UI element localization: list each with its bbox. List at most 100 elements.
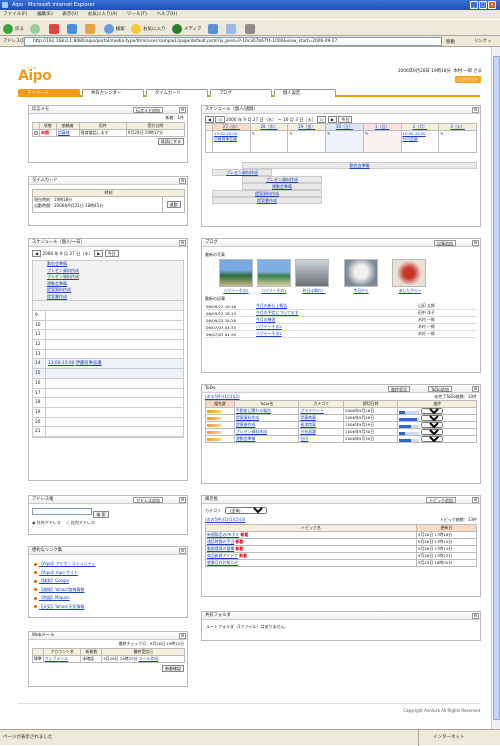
day-next-button[interactable]: ▷ bbox=[317, 116, 327, 123]
memo-row-from[interactable]: 伊藤様 bbox=[55, 129, 80, 137]
topic-name[interactable]: 就業日のお知らせ bbox=[207, 561, 238, 566]
link-item[interactable]: 【路線】Yahoo!路線情報 bbox=[39, 587, 84, 592]
week-cell-add[interactable]: ✎ bbox=[287, 130, 327, 153]
day-item[interactable]: 提案書作成 bbox=[47, 294, 183, 301]
tab-blog[interactable]: ブログ bbox=[210, 89, 272, 97]
week-day-3[interactable]: 3（火） bbox=[438, 123, 477, 131]
links-button[interactable]: リンク » bbox=[474, 36, 491, 47]
article-title[interactable]: ハワイ〜その1 bbox=[255, 330, 417, 338]
link-item[interactable]: 【Aipo】アイポ・コミュニティ bbox=[39, 561, 95, 566]
search-button[interactable]: 検索 bbox=[103, 23, 125, 34]
week-day-1[interactable]: 1（日） bbox=[362, 123, 402, 131]
week-bar[interactable]: プレゼン資料作成 bbox=[212, 169, 272, 176]
table-row[interactable]: 就業日のお知らせ 9月24日 18時05分 bbox=[205, 559, 477, 567]
article-title[interactable]: ハワイ〜その2 bbox=[255, 323, 417, 331]
todo-col-name[interactable]: ToDo名 bbox=[233, 400, 300, 408]
menu-file[interactable]: ファイル(F) bbox=[3, 12, 28, 17]
bbs-settings-icon[interactable]: ⚙ bbox=[472, 496, 479, 503]
timecard-settings-icon[interactable]: ⚙ bbox=[179, 177, 186, 184]
media-button[interactable]: メディア bbox=[171, 23, 202, 34]
topic-name[interactable]: 通話時間の手当 bbox=[207, 540, 234, 545]
clockout-button[interactable]: 退勤 bbox=[166, 201, 181, 208]
link-item[interactable]: 【Aipo】Aipo サイト bbox=[39, 570, 78, 575]
table-row[interactable]: 06/07/03 04:33 ハワイ〜その2 木村 一郎 bbox=[205, 323, 477, 331]
hour-row[interactable]: 15 bbox=[33, 369, 183, 379]
compose-mail-link[interactable]: メール作成 bbox=[139, 657, 158, 662]
tab-calendar[interactable]: 共有カレンダー bbox=[82, 89, 144, 97]
day-next-button[interactable]: ▶ bbox=[94, 250, 104, 257]
todo-name[interactable]: 提案資料作成 bbox=[233, 414, 300, 422]
print-button[interactable] bbox=[244, 23, 257, 34]
article-title[interactable]: 今月の練習 bbox=[255, 316, 417, 324]
blog-photo-caption[interactable]: 昨日は晴れ！ bbox=[295, 288, 333, 294]
week-day-29[interactable]: 29（金） bbox=[287, 123, 327, 131]
week-event-name[interactable]: 伊藤商事会議 bbox=[214, 136, 249, 141]
week-prev-button[interactable]: ◀ bbox=[205, 116, 215, 123]
week-day-30[interactable]: 30（土） bbox=[325, 123, 364, 131]
day-prev-button[interactable]: ◀ bbox=[32, 250, 42, 257]
close-button[interactable]: × bbox=[488, 1, 496, 9]
week-day-27[interactable]: 27（水） bbox=[212, 123, 251, 131]
day-event-time[interactable]: 13:00-15:00 bbox=[48, 361, 74, 366]
hour-row[interactable]: 18 bbox=[33, 398, 183, 408]
blog-settings-icon[interactable]: ⚙ bbox=[472, 239, 479, 246]
back-button[interactable]: 戻る bbox=[3, 23, 24, 34]
bbs-pager[interactable]: (次の5件)(1)(1)(2)(3) bbox=[205, 517, 245, 522]
todo-category[interactable]: 伊藤商事 bbox=[298, 414, 345, 422]
blog-photo-caption[interactable]: 今日から bbox=[344, 288, 378, 294]
todo-col-date[interactable]: 締切日時 bbox=[343, 400, 399, 408]
hour-row[interactable]: 16 bbox=[33, 378, 183, 389]
mail-button[interactable] bbox=[226, 23, 238, 34]
week-bar[interactable]: 提案書作成 bbox=[212, 197, 322, 204]
vertical-scrollbar[interactable] bbox=[491, 47, 500, 729]
article-title[interactable]: 今月の予定についてます bbox=[255, 309, 417, 317]
todo-category[interactable]: 分析部課 bbox=[298, 428, 345, 436]
forward-button[interactable] bbox=[30, 23, 42, 34]
week-cell-add[interactable]: ✎ bbox=[325, 130, 364, 153]
home-button[interactable] bbox=[85, 23, 97, 34]
week-settings-icon[interactable]: ⚙ bbox=[472, 106, 479, 113]
week-cell-add[interactable]: ✎ bbox=[438, 130, 477, 153]
hour-row[interactable]: 11 bbox=[33, 330, 183, 341]
addressbook-search-button[interactable]: 検 索 bbox=[93, 511, 109, 518]
todo-category[interactable]: 島津商事 bbox=[298, 421, 345, 429]
todo-col-priority[interactable]: 優先度 bbox=[205, 400, 235, 408]
radio-internal[interactable]: ○ 社内アドレス bbox=[66, 520, 95, 525]
hour-row[interactable]: 10 bbox=[33, 320, 183, 331]
todo-settings-icon[interactable]: ⚙ bbox=[472, 385, 479, 392]
tab-settings[interactable]: 個人設定 bbox=[274, 89, 336, 97]
bbs-category-select[interactable]: (全体) bbox=[225, 507, 268, 514]
addressbook-search-input[interactable] bbox=[32, 508, 92, 515]
table-row[interactable]: 新規製品のPRポイ 新着 9月26日 17時18分 bbox=[205, 531, 477, 539]
logout-button[interactable]: ログアウト bbox=[455, 76, 481, 83]
folder-settings-icon[interactable]: ⚙ bbox=[472, 612, 479, 619]
blog-photo-caption[interactable]: ハワイ〜その2 bbox=[219, 288, 253, 294]
memo-row-checkbox[interactable] bbox=[34, 130, 38, 135]
table-row[interactable]: 運動会準備 社内 2006年9月30日 60% bbox=[205, 435, 477, 443]
tab-timecard[interactable]: タイムカード bbox=[146, 89, 208, 97]
blog-photo-caption[interactable]: ハワイ〜その1 bbox=[257, 288, 291, 294]
addressbook-add-button[interactable]: アドレス追加 bbox=[133, 496, 163, 503]
week-day-28[interactable]: 28（木） bbox=[249, 123, 289, 131]
week-next-button[interactable]: ▶ bbox=[327, 116, 337, 123]
table-row[interactable]: 標準 ウェブメール 未確認 9月28日 19時25分 メール作成 bbox=[32, 655, 185, 663]
memo-settings-icon[interactable]: ⚙ bbox=[179, 106, 186, 113]
week-bar[interactable]: 提案資料作成 bbox=[212, 190, 322, 197]
week-bar[interactable]: 運動会準備 bbox=[242, 183, 322, 190]
week-bar[interactable]: プレゼン資料作成 bbox=[242, 176, 322, 183]
day-prev-button[interactable]: ◁ bbox=[215, 116, 225, 123]
scrollbar-thumb[interactable] bbox=[493, 56, 500, 720]
link-item[interactable]: 【検索】Google bbox=[39, 578, 69, 583]
todo-name[interactable]: 運動会準備 bbox=[233, 435, 300, 443]
webmail-account[interactable]: ウェブメール bbox=[42, 655, 82, 663]
menu-tools[interactable]: ツール(T) bbox=[127, 12, 147, 17]
blog-photo[interactable] bbox=[392, 259, 426, 287]
check-mail-button[interactable]: 新着確認 bbox=[162, 665, 184, 672]
topic-name[interactable]: 新規製品のPRポイ bbox=[207, 533, 239, 538]
hour-row[interactable]: 20 bbox=[33, 417, 183, 428]
table-row[interactable]: 商品新規アイデア 新着 9月26日 17時12分 bbox=[205, 552, 477, 560]
progress-select[interactable]: 30% bbox=[420, 429, 443, 435]
week-today-button[interactable]: 今日 bbox=[338, 116, 353, 123]
topic-name[interactable]: 勤務環境の整備 bbox=[207, 547, 234, 552]
address-input[interactable]: http://192.168.0.1:8080/aipo/portal/medi… bbox=[24, 37, 442, 46]
